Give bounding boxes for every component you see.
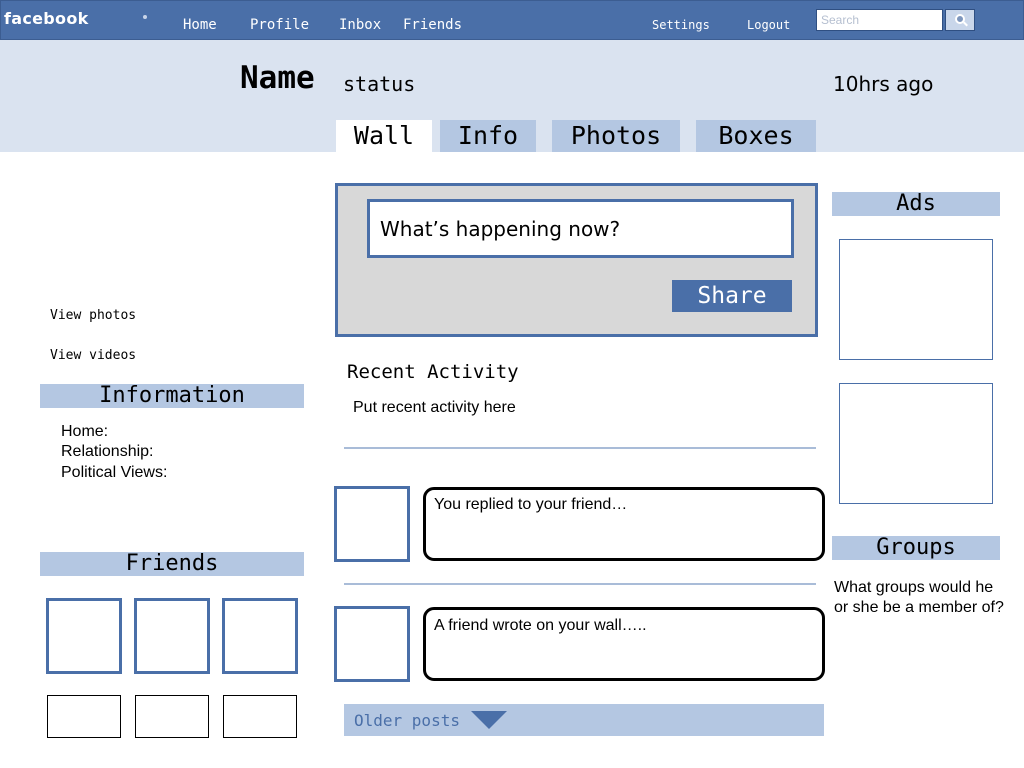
post-text: You replied to your friend… bbox=[434, 496, 628, 513]
view-photos-link[interactable]: View photos bbox=[50, 308, 136, 323]
facebook-logo[interactable]: facebook bbox=[4, 9, 89, 28]
recent-activity-heading: Recent Activity bbox=[347, 361, 519, 383]
nav-friends-link[interactable]: Friends bbox=[403, 17, 462, 33]
share-button[interactable]: Share bbox=[672, 280, 792, 312]
friend-thumbnail[interactable] bbox=[222, 598, 298, 674]
older-posts-label: Older posts bbox=[354, 711, 460, 730]
post-avatar[interactable] bbox=[334, 606, 410, 682]
logout-link[interactable]: Logout bbox=[747, 18, 790, 32]
groups-heading: Groups bbox=[832, 536, 1000, 560]
info-political-views-label: Political Views: bbox=[61, 464, 168, 481]
nav-profile-link[interactable]: Profile bbox=[250, 17, 309, 33]
view-videos-link[interactable]: View videos bbox=[50, 348, 136, 363]
friend-thumbnail[interactable] bbox=[135, 695, 209, 738]
nav-inbox-link[interactable]: Inbox bbox=[339, 17, 381, 33]
friend-thumbnail[interactable] bbox=[134, 598, 210, 674]
post-text: A friend wrote on your wall….. bbox=[434, 617, 647, 634]
profile-name: Name bbox=[240, 60, 315, 96]
search-icon-handle bbox=[963, 21, 968, 27]
activity-divider bbox=[344, 583, 816, 585]
status-timestamp: 10hrs ago bbox=[833, 72, 934, 96]
tab-wall[interactable]: Wall bbox=[336, 120, 432, 152]
nav-home-link[interactable]: Home bbox=[183, 17, 217, 33]
ads-heading: Ads bbox=[832, 192, 1000, 216]
older-posts-button[interactable]: Older posts bbox=[344, 704, 824, 736]
info-home-label: Home: bbox=[61, 423, 109, 440]
triangle-down-icon bbox=[471, 711, 507, 729]
friend-thumbnail[interactable] bbox=[47, 695, 121, 738]
ad-slot[interactable] bbox=[839, 383, 993, 504]
info-relationship-label: Relationship: bbox=[61, 443, 154, 460]
friends-heading: Friends bbox=[40, 552, 304, 576]
friend-thumbnail[interactable] bbox=[46, 598, 122, 674]
tab-photos[interactable]: Photos bbox=[552, 120, 680, 152]
logo-dot bbox=[143, 15, 147, 19]
post-avatar[interactable] bbox=[334, 486, 410, 562]
profile-status: status bbox=[343, 72, 416, 96]
information-heading: Information bbox=[40, 384, 304, 408]
groups-description: What groups would he or she be a member … bbox=[834, 579, 1004, 616]
recent-activity-placeholder: Put recent activity here bbox=[353, 399, 516, 416]
search-input[interactable] bbox=[816, 9, 943, 31]
settings-link[interactable]: Settings bbox=[652, 18, 710, 32]
ad-slot[interactable] bbox=[839, 239, 993, 360]
tab-boxes[interactable]: Boxes bbox=[696, 120, 816, 152]
friend-thumbnail[interactable] bbox=[223, 695, 297, 738]
tab-info[interactable]: Info bbox=[440, 120, 536, 152]
status-input[interactable] bbox=[367, 199, 794, 258]
search-button[interactable] bbox=[945, 9, 975, 31]
activity-divider bbox=[344, 447, 816, 449]
